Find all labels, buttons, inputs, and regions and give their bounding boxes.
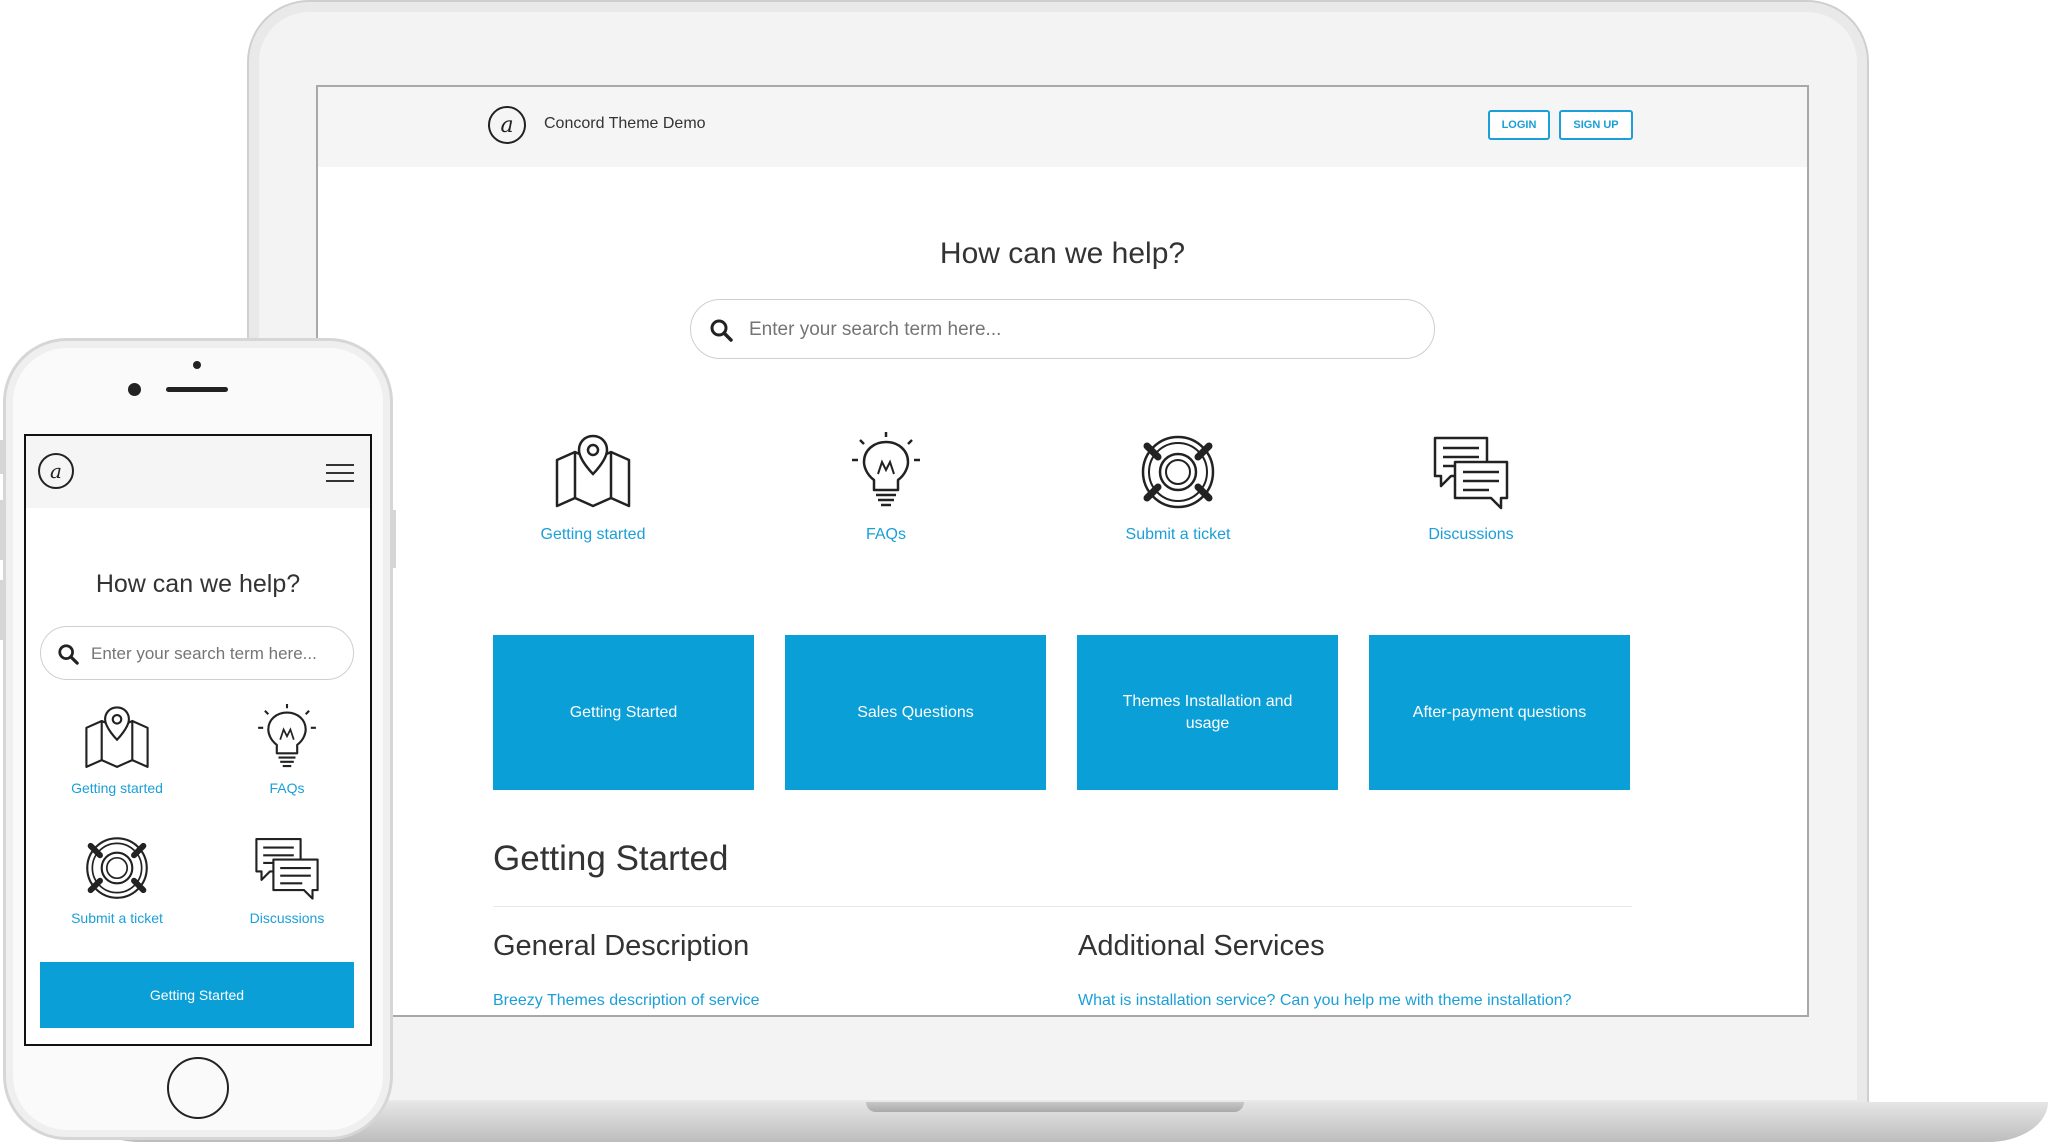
tile-getting-started[interactable]: Getting Started (493, 635, 754, 790)
article-link[interactable]: What is installation service? Can you he… (1078, 992, 1572, 1010)
section-divider (493, 906, 1632, 907)
desktop-view: a Concord Theme Demo LOGIN SIGN UP How c… (316, 85, 1809, 1017)
phone-sensor (193, 361, 201, 369)
login-button[interactable]: LOGIN (1488, 110, 1550, 140)
section-title: Getting Started (493, 839, 729, 878)
hamburger-menu-icon[interactable] (326, 464, 354, 488)
category-label: Discussions (1428, 526, 1514, 543)
article-link[interactable]: Breezy Themes description of service (493, 992, 759, 1010)
brand-logo-icon[interactable]: a (38, 453, 74, 489)
category-label: Submit a ticket (1125, 526, 1231, 543)
lifebuoy-icon (86, 837, 148, 899)
search-input[interactable] (747, 314, 1391, 346)
category-getting-started[interactable]: Getting started (32, 704, 202, 796)
search-icon (710, 319, 733, 342)
category-getting-started[interactable]: Getting started (483, 432, 703, 544)
category-label: FAQs (269, 780, 305, 796)
mobile-header: a (26, 436, 370, 508)
search-box[interactable] (690, 299, 1435, 359)
category-label: Submit a ticket (71, 910, 163, 926)
laptop-hinge (866, 1102, 1244, 1112)
tile-themes-installation[interactable]: Themes Installation and usage (1077, 635, 1338, 790)
chat-bubbles-icon (1433, 436, 1509, 510)
hero-title: How can we help? (95, 570, 301, 598)
chat-bubbles-icon (255, 838, 319, 900)
lightbulb-icon (852, 432, 920, 507)
category-faqs[interactable]: FAQs (776, 432, 996, 544)
brand-logo-icon[interactable]: a (488, 106, 526, 144)
category-label: Discussions (249, 910, 325, 926)
mobile-view: a How can we help? Getting started (24, 434, 372, 1046)
category-label: Getting started (71, 780, 163, 796)
column-heading: Additional Services (1078, 930, 1325, 962)
category-discussions[interactable]: Discussions (202, 834, 370, 926)
map-pin-icon (85, 706, 149, 768)
tile-sales-questions[interactable]: Sales Questions (785, 635, 1046, 790)
lifebuoy-icon (1141, 435, 1215, 509)
map-pin-icon (555, 434, 631, 508)
tile-after-payment[interactable]: After-payment questions (1369, 635, 1630, 790)
category-submit-ticket[interactable]: Submit a ticket (1068, 432, 1288, 544)
phone-camera (128, 383, 141, 396)
search-input[interactable] (89, 640, 343, 668)
phone-speaker (166, 387, 228, 392)
category-faqs[interactable]: FAQs (202, 704, 370, 796)
search-box[interactable] (40, 626, 354, 680)
category-submit-ticket[interactable]: Submit a ticket (32, 834, 202, 926)
column-heading: General Description (493, 930, 750, 962)
tile-getting-started[interactable]: Getting Started (40, 962, 354, 1028)
hero-title: How can we help? (939, 237, 1186, 270)
category-discussions[interactable]: Discussions (1361, 432, 1581, 544)
lightbulb-icon (258, 704, 316, 768)
signup-button[interactable]: SIGN UP (1559, 110, 1633, 140)
category-label: FAQs (865, 526, 906, 543)
site-header: a Concord Theme Demo LOGIN SIGN UP (318, 87, 1807, 167)
search-icon (58, 644, 79, 665)
phone-home-button (167, 1057, 229, 1119)
category-label: Getting started (540, 526, 646, 543)
brand-name[interactable]: Concord Theme Demo (544, 115, 706, 133)
